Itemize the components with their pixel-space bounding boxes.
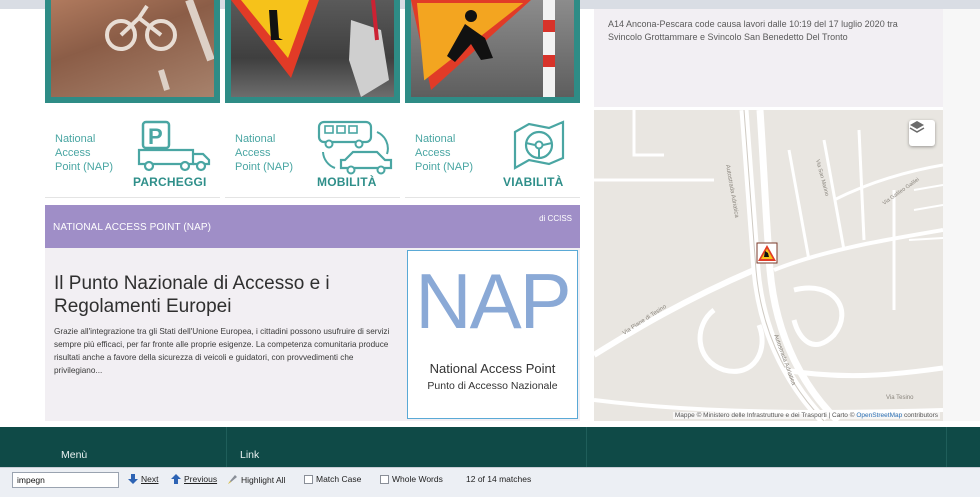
nap-header-author: di CCISS	[539, 214, 572, 223]
match-case-checkbox[interactable]: Match Case	[304, 474, 361, 484]
find-bar: Next Previous Highlight All Match Case W…	[0, 467, 980, 497]
traffic-map[interactable]: Autostrada Adriatica Autostrada Adriatic…	[594, 110, 943, 421]
arrow-down-icon	[128, 474, 138, 484]
bus-car-icon	[317, 120, 393, 175]
checkbox-box[interactable]	[380, 474, 389, 484]
tile-label-line: Access	[235, 147, 271, 159]
attribution-text: Mappe © Ministero delle Infrastrutture e…	[674, 412, 855, 419]
tile-label-line: Access	[55, 147, 91, 159]
nap-article[interactable]: Il Punto Nazionale di Accesso e i Regola…	[45, 248, 405, 421]
tile-label-line: National	[235, 133, 276, 145]
nap-article-excerpt: Grazie all'integrazione tra gli Stati de…	[54, 327, 390, 375]
highlight-all-button[interactable]: Highlight All	[227, 474, 285, 485]
traffic-info-box: A14 Ancona-Pescara code causa lavori dal…	[594, 9, 943, 107]
map-roads: Autostrada Adriatica Autostrada Adriatic…	[594, 110, 943, 421]
image-card-roadworks[interactable]	[405, 0, 580, 103]
match-case-label: Match Case	[316, 474, 362, 484]
footer-divider	[226, 427, 227, 467]
tile-label: National Access Point (NAP)	[235, 132, 293, 174]
map-road-label: Via Piane di Tesino	[622, 304, 668, 337]
image-card-road-sign[interactable]	[225, 0, 400, 103]
find-previous-label: Previous	[184, 474, 218, 484]
map-layers-button[interactable]	[909, 120, 935, 146]
nap-tile-viabilita[interactable]: National Access Point (NAP) VIABILITÀ	[405, 110, 580, 198]
nap-section-header: NATIONAL ACCESS POINT (NAP) di CCISS	[45, 205, 580, 248]
footer-link-heading: Link	[240, 449, 260, 461]
nap-tile-mobilita[interactable]: National Access Point (NAP) MOBILITÀ	[225, 110, 400, 198]
site-footer: Menù Link	[0, 427, 980, 467]
tile-label-line: Access	[415, 147, 451, 159]
map-road-label: Via Tesino	[886, 395, 914, 401]
tile-label: National Access Point (NAP)	[415, 132, 473, 174]
tile-title: VIABILITÀ	[503, 175, 564, 189]
nap-logo-line: National Access Point	[429, 361, 556, 376]
whole-words-label: Whole Words	[392, 474, 443, 484]
nap-logo-panel: NAP National Access Point Punto di Acces…	[405, 248, 580, 421]
bike-lane-photo	[51, 0, 214, 97]
tile-title: PARCHEGGI	[133, 175, 207, 189]
tile-label-line: National	[55, 133, 96, 145]
find-next-button[interactable]: Next	[128, 474, 158, 484]
find-input[interactable]	[12, 472, 119, 488]
right-gutter	[943, 9, 980, 421]
tile-label-line: National	[415, 133, 456, 145]
tile-title: MOBILITÀ	[317, 175, 377, 189]
tile-label-line: Point (NAP)	[415, 161, 474, 173]
openstreetmap-link[interactable]: OpenStreetMap	[856, 412, 902, 419]
attribution-text: contributors	[904, 412, 938, 419]
nap-article-title[interactable]: Il Punto Nazionale di Accesso e i Regola…	[54, 272, 394, 318]
map-attribution: Mappe © Ministero delle Infrastrutture e…	[672, 412, 940, 419]
footer-divider	[586, 427, 587, 467]
roadworks-photo	[411, 0, 574, 97]
nap-logo-line: Punto di Accesso Nazionale	[427, 380, 558, 392]
image-card-bike-lane[interactable]	[45, 0, 220, 103]
whole-words-checkbox[interactable]: Whole Words	[380, 474, 443, 484]
nap-tile-parcheggi[interactable]: National Access Point (NAP) P PARCHEGGI	[45, 110, 220, 198]
layers-icon	[909, 121, 925, 133]
map-road-label: Via Galileo Galilei	[882, 177, 921, 207]
find-match-count: 12 of 14 matches	[466, 474, 532, 484]
road-sign-photo	[231, 0, 394, 97]
highlight-all-label: Highlight All	[241, 474, 286, 485]
find-next-label: Next	[141, 474, 159, 484]
parking-truck-icon: P	[137, 120, 211, 172]
highlighter-icon	[228, 475, 237, 484]
traffic-info-text: A14 Ancona-Pescara code causa lavori dal…	[608, 19, 898, 42]
svg-text:P: P	[148, 124, 163, 149]
nap-logo-acronym: NAP	[415, 257, 571, 345]
nap-logo: NAP National Access Point Punto di Acces…	[407, 250, 578, 419]
find-previous-button[interactable]: Previous	[171, 474, 217, 484]
nap-header-title: NATIONAL ACCESS POINT (NAP)	[53, 222, 212, 233]
page: National Access Point (NAP) P PARCHEGGI …	[0, 0, 980, 497]
arrow-up-icon	[171, 474, 181, 484]
footer-divider	[946, 427, 947, 467]
footer-menu-heading: Menù	[61, 449, 88, 461]
tile-label-line: Point (NAP)	[235, 161, 294, 173]
tile-label-line: Point (NAP)	[55, 161, 114, 173]
roadworks-marker-icon[interactable]	[756, 242, 778, 264]
map-road-label: Autostrada Adriatica	[724, 164, 739, 219]
checkbox-box[interactable]	[304, 474, 313, 484]
tile-label: National Access Point (NAP)	[55, 132, 113, 174]
steering-road-icon	[513, 120, 565, 170]
